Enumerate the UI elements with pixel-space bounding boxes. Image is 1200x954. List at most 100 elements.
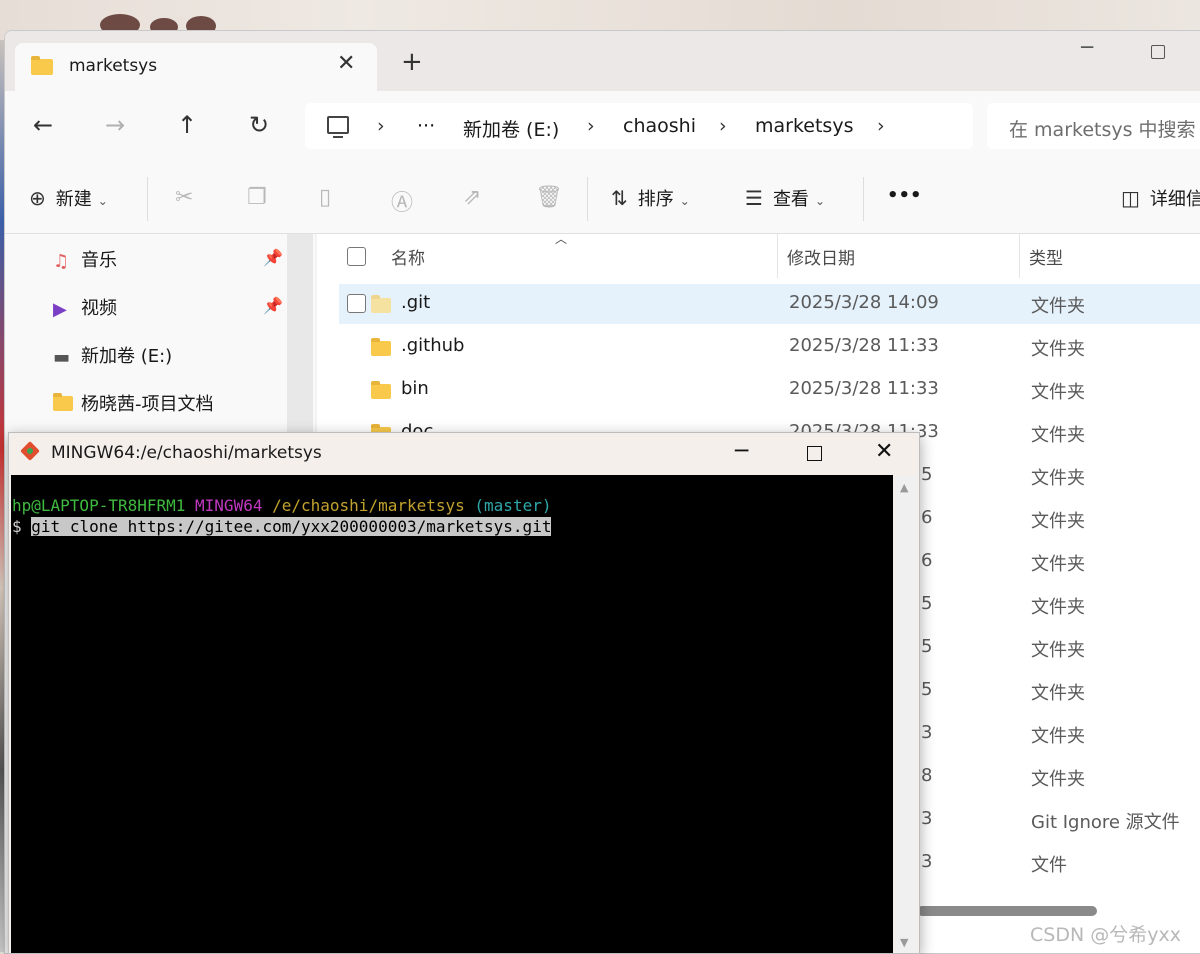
terminal-close-button[interactable]: ✕	[875, 439, 893, 464]
command-bar: ⊕ 新建 ⌄ ✂ ❐ ▯ Ⓐ ⇗ 🗑 ⇅ 排序 ⌄ ☰ 查看 ⌄ ••• ◫ 详细信息	[5, 163, 1200, 234]
breadcrumb-drive[interactable]: 新加卷 (E:)	[463, 115, 559, 142]
more-options-button[interactable]: •••	[887, 185, 922, 206]
file-row[interactable]: .github 2025/3/28 11:33 文件夹	[339, 327, 1200, 367]
refresh-button[interactable]: ↻	[249, 111, 269, 139]
close-tab-icon[interactable]: ✕	[337, 51, 355, 76]
maximize-button[interactable]	[1151, 45, 1165, 59]
tab-marketsys[interactable]: marketsys ✕	[15, 43, 377, 91]
terminal-maximize-button[interactable]	[807, 446, 822, 461]
sidebar-item-video[interactable]: ▶ 视频	[53, 294, 117, 320]
row-checkbox[interactable]	[347, 294, 366, 313]
terminal-minimize-button[interactable]: ─	[735, 439, 748, 464]
forward-button[interactable]: →	[105, 111, 125, 139]
navigation-bar: ← → ↑ ↻ › ··· 新加卷 (E:) › chaoshi › marke…	[5, 91, 1200, 163]
file-type: 文件夹	[1031, 425, 1085, 446]
chevron-right-icon[interactable]: ›	[877, 115, 885, 137]
sidebar-item-label: 新加卷 (E:)	[81, 346, 173, 367]
file-type: 文件夹	[1031, 597, 1085, 618]
chevron-right-icon[interactable]: ›	[377, 115, 385, 137]
file-type: 文件夹	[1031, 683, 1085, 704]
file-row-git[interactable]: .git 2025/3/28 14:09 文件夹	[339, 284, 1200, 324]
chevron-down-icon: ⌄	[97, 194, 108, 208]
scroll-up-icon[interactable]: ▲	[900, 481, 908, 494]
folder-icon	[371, 338, 391, 356]
column-divider[interactable]	[1019, 234, 1020, 278]
sidebar-item-label: 音乐	[81, 250, 117, 271]
file-modified: 2025/3/28 11:33	[789, 378, 939, 399]
file-name: .github	[401, 335, 465, 356]
delete-icon[interactable]: 🗑	[535, 185, 563, 210]
file-type: 文件夹	[1031, 511, 1085, 532]
this-pc-icon[interactable]	[327, 116, 349, 138]
sidebar-item-label: 视频	[81, 298, 117, 319]
file-type: 文件夹	[1031, 769, 1085, 790]
minimize-button[interactable]: ─	[1081, 35, 1093, 59]
scroll-down-icon[interactable]: ▼	[900, 936, 908, 949]
tab-title: marketsys	[69, 56, 158, 76]
folder-icon	[31, 56, 53, 75]
up-button[interactable]: ↑	[177, 111, 197, 139]
sort-button[interactable]: ⇅ 排序 ⌄	[611, 185, 690, 211]
watermark: CSDN @兮希yxx	[1030, 924, 1181, 946]
git-logo-icon	[20, 441, 40, 461]
folder-icon	[371, 381, 391, 399]
navigation-pane-scrollbar[interactable]	[287, 234, 313, 434]
new-tab-button[interactable]: +	[401, 49, 423, 75]
file-type: 文件夹	[1031, 640, 1085, 661]
sidebar-item-drive-e[interactable]: ▬ 新加卷 (E:)	[53, 342, 172, 368]
prompt-path: /e/chaoshi/marketsys	[272, 496, 465, 515]
new-button[interactable]: ⊕ 新建 ⌄	[29, 185, 108, 211]
file-modified: 8	[921, 765, 933, 786]
pin-icon[interactable]: 📌	[263, 296, 283, 315]
details-pane-button[interactable]: ◫ 详细信息	[1121, 185, 1200, 211]
breadcrumb-marketsys[interactable]: marketsys	[755, 115, 853, 137]
column-header-type[interactable]: 类型	[1029, 244, 1063, 269]
breadcrumb-chaoshi[interactable]: chaoshi	[623, 115, 696, 137]
command-text: git clone https://gitee.com/yxx200000003…	[31, 517, 552, 536]
sidebar-item-project-docs[interactable]: 杨晓茜-项目文档	[53, 390, 214, 416]
tab-strip: marketsys ✕ + ─	[5, 31, 1200, 91]
chevron-down-icon: ⌄	[679, 194, 690, 208]
search-box[interactable]: 在 marketsys 中搜索	[987, 103, 1200, 149]
back-button[interactable]: ←	[33, 111, 53, 139]
prompt-user: hp@LAPTOP-TR8HFRM1	[12, 496, 186, 515]
file-row[interactable]: bin 2025/3/28 11:33 文件夹	[339, 370, 1200, 410]
chevron-right-icon[interactable]: ›	[719, 115, 727, 137]
command-line: $ git clone https://gitee.com/yxx2000000…	[12, 516, 552, 537]
column-header-name[interactable]: 名称	[391, 244, 425, 269]
terminal-output[interactable]: hp@LAPTOP-TR8HFRM1 MINGW64 /e/chaoshi/ma…	[11, 475, 893, 953]
pin-icon[interactable]: 📌	[263, 248, 283, 267]
file-modified: 5	[921, 636, 933, 657]
view-label: 查看	[772, 189, 809, 210]
terminal-scrollbar[interactable]: ▲ ▼	[895, 475, 917, 953]
folder-icon	[371, 295, 391, 313]
view-button[interactable]: ☰ 查看 ⌄	[745, 185, 825, 211]
file-modified: 5	[921, 593, 933, 614]
video-icon: ▶	[53, 298, 67, 320]
file-name: bin	[401, 378, 429, 399]
details-pane-icon: ◫	[1121, 186, 1140, 210]
chevron-right-icon[interactable]: ›	[587, 115, 595, 137]
file-type: 文件夹	[1031, 554, 1085, 575]
file-modified: 5	[921, 679, 933, 700]
prompt-branch: (master)	[474, 496, 552, 515]
file-modified: 6	[921, 550, 933, 571]
rename-icon[interactable]: Ⓐ	[391, 185, 413, 217]
terminal-title: MINGW64:/e/chaoshi/marketsys	[51, 443, 322, 463]
column-header-modified[interactable]: 修改日期	[787, 244, 855, 269]
paste-icon[interactable]: ▯	[319, 185, 331, 210]
address-bar[interactable]: › ··· 新加卷 (E:) › chaoshi › marketsys ›	[305, 103, 973, 149]
cut-icon[interactable]: ✂	[175, 185, 193, 210]
breadcrumb-overflow[interactable]: ···	[417, 115, 435, 137]
file-type: 文件夹	[1031, 296, 1085, 317]
share-icon[interactable]: ⇗	[463, 185, 481, 210]
column-divider[interactable]	[777, 234, 778, 278]
file-type: 文件夹	[1031, 468, 1085, 489]
divider	[147, 177, 148, 221]
file-type: 文件	[1031, 855, 1067, 876]
select-all-checkbox[interactable]	[347, 247, 366, 266]
search-placeholder: 在 marketsys 中搜索	[1009, 119, 1196, 141]
sidebar-item-music[interactable]: ♫ 音乐	[53, 246, 117, 272]
horizontal-scrollbar[interactable]	[917, 906, 1097, 916]
copy-icon[interactable]: ❐	[247, 185, 267, 210]
